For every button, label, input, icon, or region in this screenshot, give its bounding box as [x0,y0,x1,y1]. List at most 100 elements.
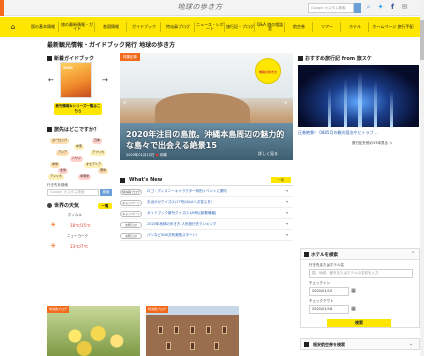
chevron-up-icon[interactable]: ⌃ [411,251,415,257]
checkout-label: チェックアウト [309,299,334,303]
hero-next-arrow[interactable]: › [284,98,287,107]
news-category: お知らせ [120,233,142,239]
recommend-header: おすすめ旅行記 from 旅スケ [298,53,418,63]
card-badge: 特派員ブログ [146,306,168,313]
recommend-title: おすすめ旅行記 from 旅スケ [298,55,372,62]
nav-item-country-info[interactable]: 各国情報 [96,17,126,37]
recommend-caption[interactable]: 圧巻絶景！ 0885月の観光宿泊やヒトラブ… [298,130,377,136]
scrollbar-thumb[interactable] [420,20,424,60]
checkin-label: チェックイン [309,281,330,285]
dest-section-label: 旅先はどこですか？ [54,127,99,133]
guide-prev-arrow[interactable]: ← [48,76,54,84]
nav-item-tours[interactable]: ツアー [314,17,340,37]
main-nav: ⌂ 国の基本情報 旅の最新情報・ガイド 各国情報 ガイドブック 特派員ブログ ニ… [0,17,424,37]
tag-america[interactable]: アメリカ [48,174,64,180]
news-item[interactable]: お知らせ 2020年地球の歩き方 人気旅行先ランキング → [120,220,293,230]
hero-more-link[interactable]: 詳しく見る [258,151,278,157]
nav-item-flights[interactable]: 航空券 [286,17,312,37]
news-link[interactable]: ガイドブック新刊クイズ(11/8号)[新着情報] [147,211,216,216]
home-button[interactable]: ⌂ [0,17,26,37]
weather-city-2: ニューヨーク [67,234,88,238]
hero-feature[interactable]: 特集記事 地球の歩き方 ‹ › 2020年注目の島旅。沖縄本島周辺の魅力的な島々… [120,53,293,160]
whats-new-all-button[interactable]: 一覧 [271,177,291,183]
nav-item-arrangements[interactable]: ホームページ 旅行手配 [370,17,416,37]
hotel-search-title: ホテルを検索 [311,253,338,258]
tag-central-america[interactable]: 中米 [50,162,61,168]
tag-europe[interactable]: ヨーロッパ [50,138,70,144]
hotel-search-button[interactable]: 検索 [327,319,391,327]
nav-item-correspondent-blog[interactable]: 特派員ブログ [162,17,194,37]
dest-section-heading: 旅先はどこですか？ [47,126,99,133]
hotel-destination-label: 行き先またはホテル名 [309,263,344,267]
nav-separator [254,22,255,32]
news-link[interactable]: 2020年地球の歩き方 人気旅行先ランキング [147,222,216,227]
building-window [214,342,219,350]
facebook-icon[interactable]: f [388,3,397,12]
nav-item-basic-info[interactable]: 国の基本情報 [28,17,58,37]
weather-section-heading: 世界の天気 [47,202,79,209]
mail-icon[interactable]: ✉ [400,3,409,12]
news-category: キャンペーン [120,211,142,217]
blog-card[interactable]: 特派員ブログ [146,306,239,356]
hero-date: 2020年01月15日 [126,153,155,157]
nav-item-news[interactable]: ニュース・レポート [196,17,224,37]
tag-latin-america[interactable]: 中南米 [78,174,92,180]
calendar-icon[interactable]: ▦ [350,288,357,295]
hotel-search-header: ホテルを検索 ⌃ [301,249,419,260]
header-search-input[interactable]: Google カスタム検索 [308,3,354,13]
whats-new-header: What's New 一覧 [120,176,293,186]
megaphone-icon [120,178,125,183]
nav-separator [94,22,95,32]
guide-section-heading: 新着ガイドブック [47,55,94,62]
plane-icon [304,342,309,347]
news-item[interactable]: 特派員ブログ ロゴ・ディスニーキャラクター特別イベントに関与 → [120,187,293,197]
tag-asia[interactable]: アジア [56,150,69,156]
nav-item-hotels[interactable]: ホテル [342,17,368,37]
top-accent [0,0,4,16]
news-link[interactable]: お出かけクイズ(1/17号)Q&Aへお答えを！ [147,200,214,205]
nav-item-qa[interactable]: Q&A 旅の相談室 [256,17,284,37]
nav-separator [368,22,369,32]
search-icon[interactable]: ⌕ [364,3,373,12]
building-window [158,326,163,334]
building-window [166,342,171,350]
header-search-button[interactable] [354,3,361,13]
calendar-icon[interactable]: ▦ [350,306,357,313]
blog-card[interactable]: 特派員ブログ [47,306,140,356]
tag-africa[interactable]: アフリカ [90,150,107,156]
nav-item-travelogue[interactable]: 旅行記・ブログ [226,17,254,37]
flight-search-bar[interactable]: 格安航空券を検索 ⌄ [300,338,420,350]
tag-south-america[interactable]: 南米 [98,168,109,174]
news-item[interactable]: お知らせ パリなどSNS共有実践スタート！ → [120,231,293,241]
weather-list-button[interactable]: 一覧 [98,203,112,209]
twitter-icon[interactable]: ✦ [376,3,385,12]
guide-next-arrow[interactable]: → [102,76,108,84]
destination-search-button[interactable]: 検索 [100,189,112,196]
checkin-input[interactable]: 2020/01/15 [309,287,349,296]
recommend-more-link[interactable]: 旅行記を他の33本見る ＞ [352,141,393,146]
guidebook-cover[interactable]: 2020 [60,62,92,98]
chevron-down-icon[interactable]: ⌄ [409,341,413,347]
hero-title[interactable]: 2020年注目の島旅。沖縄本島周辺の魅力的な島々で出会える絶景15 [126,129,286,151]
guide-list-button[interactable]: 新刊情報&シリーズ一覧はこちら [54,103,102,115]
flight-search-title: 格安航空券を検索 [313,342,345,347]
checkout-input[interactable]: 2020/01/16 [309,305,349,314]
nav-item-guidebook[interactable]: ガイドブック [128,17,160,37]
nav-item-latest-guide[interactable]: 旅の最新情報・ガイド [60,17,94,37]
hero-prev-arrow[interactable]: ‹ [123,98,126,107]
news-link[interactable]: ロゴ・ディスニーキャラクター特別イベントに関与 [147,189,227,194]
carousel-dots[interactable]: ● ○ ○ [185,142,198,147]
news-link[interactable]: パリなどSNS共有実践スタート！ [147,233,200,238]
news-item[interactable]: キャンペーン ガイドブック新刊クイズ(11/8号)[新着情報] → [120,209,293,219]
hotel-destination-input[interactable]: 国、地域、都市またはホテルの名前を入力 [309,269,413,278]
nav-separator [312,22,313,32]
destination-search-input[interactable]: Google カスタム検索 [47,189,99,196]
hero-stamp: 地球の歩き方 [255,58,281,84]
tag-japan[interactable]: 日本 [92,138,103,144]
site-logo[interactable]: 地球の歩き方 [150,2,250,13]
arrow-right-icon: → [285,188,289,193]
tag-hawaii[interactable]: ハワイ [70,156,84,162]
news-item[interactable]: キャンペーン お出かけクイズ(1/17号)Q&Aへお答えを！ → [120,198,293,208]
tag-middle-east[interactable]: 中東 [74,144,85,150]
recommend-image[interactable] [298,65,419,127]
